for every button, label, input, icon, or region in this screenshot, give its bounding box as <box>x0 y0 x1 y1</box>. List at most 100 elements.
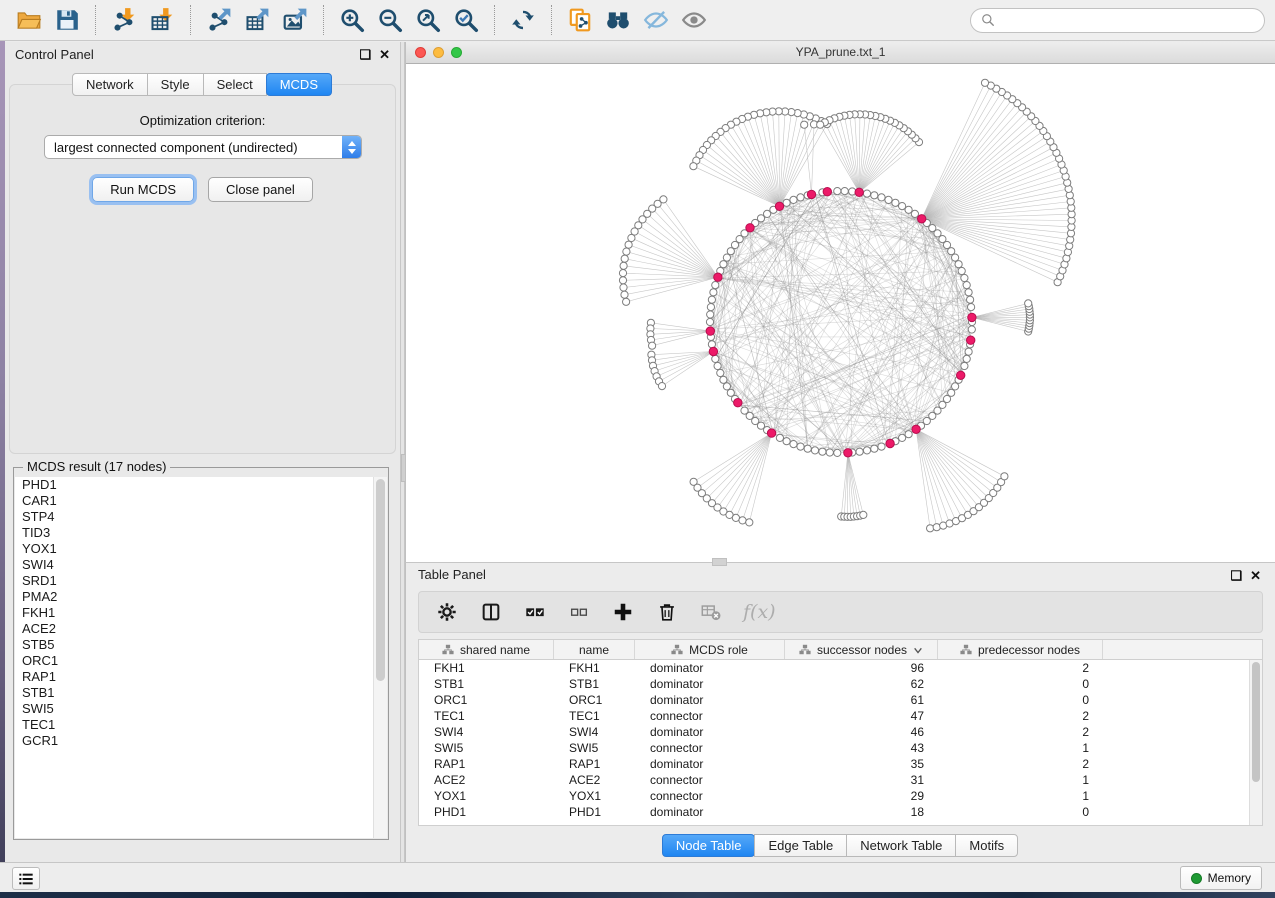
dominator-node[interactable] <box>767 429 775 437</box>
leaf-node[interactable] <box>621 255 628 262</box>
network-node[interactable] <box>948 389 955 396</box>
show-columns-icon[interactable] <box>479 600 503 624</box>
dominator-node[interactable] <box>968 313 976 321</box>
network-node[interactable] <box>723 383 730 390</box>
open-file-icon[interactable] <box>13 5 45 35</box>
tab-mcds[interactable]: MCDS <box>266 73 332 96</box>
mcds-result-item[interactable]: TEC1 <box>15 717 374 733</box>
network-node[interactable] <box>963 282 970 289</box>
network-node[interactable] <box>707 311 714 318</box>
zoom-fit-icon[interactable] <box>412 5 444 35</box>
dominator-node[interactable] <box>918 215 926 223</box>
refresh-icon[interactable] <box>507 5 539 35</box>
dominator-node[interactable] <box>912 425 920 433</box>
leaf-node[interactable] <box>620 284 627 291</box>
table-scrollbar-thumb[interactable] <box>1252 662 1260 782</box>
table-options-icon[interactable] <box>435 600 459 624</box>
leaf-node[interactable] <box>690 163 697 170</box>
network-node[interactable] <box>712 355 719 362</box>
leaf-node[interactable] <box>1001 473 1008 480</box>
tab-network-table[interactable]: Network Table <box>846 834 956 857</box>
mcds-result-item[interactable]: RAP1 <box>15 669 374 685</box>
network-node[interactable] <box>965 348 972 355</box>
mcds-result-item[interactable]: STB5 <box>15 637 374 653</box>
dominator-node[interactable] <box>709 347 717 355</box>
zoom-selected-icon[interactable] <box>450 5 482 35</box>
network-node[interactable] <box>841 188 848 195</box>
dominator-node[interactable] <box>775 202 783 210</box>
network-node[interactable] <box>819 448 826 455</box>
network-node[interactable] <box>804 445 811 452</box>
network-node[interactable] <box>961 274 968 281</box>
export-network-icon[interactable] <box>203 5 235 35</box>
network-node[interactable] <box>797 443 804 450</box>
mcds-result-item[interactable]: ORC1 <box>15 653 374 669</box>
save-session-icon[interactable] <box>51 5 83 35</box>
network-node[interactable] <box>899 203 906 210</box>
mcds-result-item[interactable]: FKH1 <box>15 605 374 621</box>
network-node[interactable] <box>727 248 734 255</box>
leaf-node[interactable] <box>620 262 627 269</box>
horizontal-split-handle[interactable] <box>712 558 727 566</box>
mcds-result-item[interactable]: SWI4 <box>15 557 374 573</box>
import-network-icon[interactable] <box>108 5 140 35</box>
mcds-result-item[interactable]: GCR1 <box>15 733 374 749</box>
leaf-node[interactable] <box>649 342 656 349</box>
leaf-node[interactable] <box>817 121 824 128</box>
leaf-node[interactable] <box>623 248 630 255</box>
hide-selected-icon[interactable] <box>640 5 672 35</box>
select-all-rows-icon[interactable] <box>523 600 547 624</box>
network-node[interactable] <box>892 199 899 206</box>
network-node[interactable] <box>955 261 962 268</box>
column-header-shared-name[interactable]: shared name <box>419 640 554 659</box>
tab-style[interactable]: Style <box>147 73 204 96</box>
dominator-node[interactable] <box>746 224 754 232</box>
show-panels-button[interactable] <box>12 867 40 890</box>
close-panel-icon[interactable]: ✕ <box>379 47 390 63</box>
export-table-icon[interactable] <box>241 5 273 35</box>
dominator-node[interactable] <box>807 190 815 198</box>
table-row[interactable]: STB1STB1dominator620 <box>419 676 1262 692</box>
dominator-node[interactable] <box>957 371 965 379</box>
dominator-node[interactable] <box>714 273 722 281</box>
leaf-node[interactable] <box>981 79 988 86</box>
column-header-predecessor-nodes[interactable]: predecessor nodes <box>938 640 1103 659</box>
leaf-node[interactable] <box>625 241 632 248</box>
deselect-all-rows-icon[interactable] <box>567 600 591 624</box>
mcds-result-item[interactable]: TID3 <box>15 525 374 541</box>
leaf-node[interactable] <box>801 121 808 128</box>
leaf-node[interactable] <box>1025 300 1032 307</box>
network-node[interactable] <box>712 282 719 289</box>
import-table-icon[interactable] <box>146 5 178 35</box>
network-node[interactable] <box>961 362 968 369</box>
column-header-MCDS-role[interactable]: MCDS role <box>635 640 785 659</box>
leaf-node[interactable] <box>860 511 867 518</box>
mcds-result-item[interactable]: SWI5 <box>15 701 374 717</box>
mcds-result-item[interactable]: PHD1 <box>15 477 374 493</box>
network-node[interactable] <box>790 196 797 203</box>
dominator-node[interactable] <box>734 399 742 407</box>
network-node[interactable] <box>797 194 804 201</box>
mcds-result-item[interactable]: ACE2 <box>15 621 374 637</box>
table-row[interactable]: FKH1FKH1dominator962 <box>419 660 1262 676</box>
network-node[interactable] <box>967 296 974 303</box>
dominator-node[interactable] <box>823 188 831 196</box>
dominator-node[interactable] <box>886 439 894 447</box>
table-row[interactable]: YOX1YOX1connector291 <box>419 788 1262 804</box>
search-input[interactable] <box>1001 12 1254 29</box>
tab-motifs[interactable]: Motifs <box>955 834 1018 857</box>
table-row[interactable]: ACE2ACE2connector311 <box>419 772 1262 788</box>
network-node[interactable] <box>952 254 959 261</box>
leaf-node[interactable] <box>619 277 626 284</box>
dominator-node[interactable] <box>844 449 852 457</box>
network-node[interactable] <box>720 261 727 268</box>
leaf-node[interactable] <box>746 519 753 526</box>
mcds-result-item[interactable]: YOX1 <box>15 541 374 557</box>
table-row[interactable]: ORC1ORC1dominator610 <box>419 692 1262 708</box>
dominator-node[interactable] <box>967 336 975 344</box>
tab-network[interactable]: Network <box>72 73 148 96</box>
export-image-icon[interactable] <box>279 5 311 35</box>
network-node[interactable] <box>834 188 841 195</box>
window-zoom-icon[interactable] <box>451 47 462 58</box>
leaf-node[interactable] <box>628 234 635 241</box>
